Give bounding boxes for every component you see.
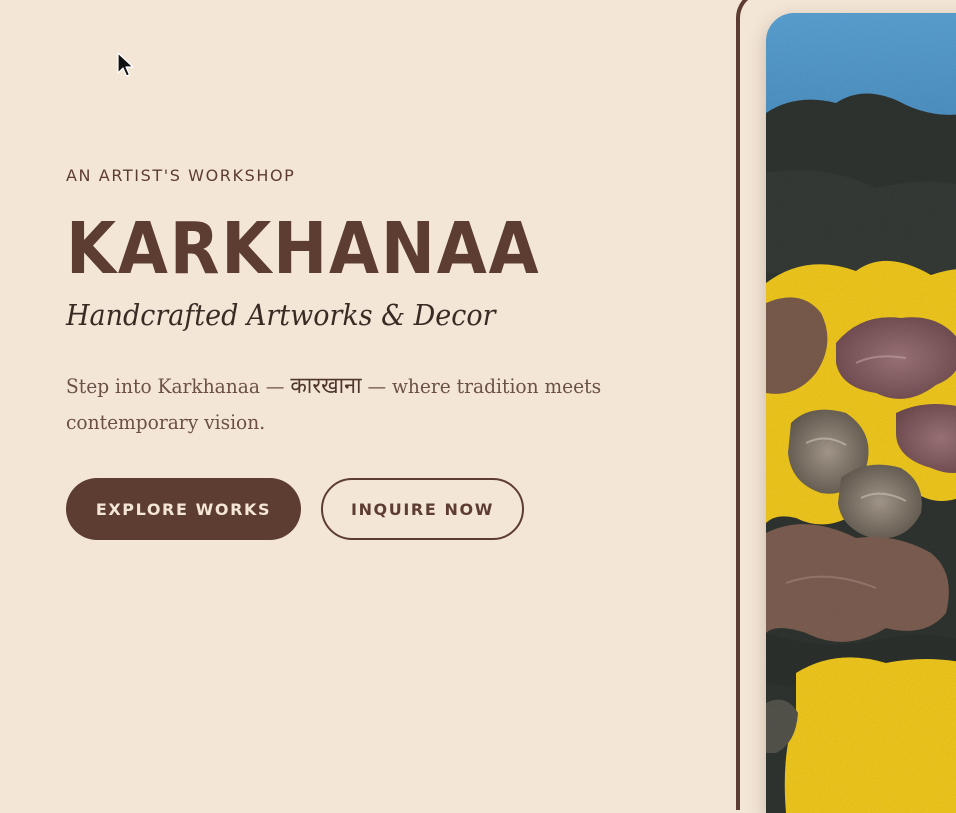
tagline-devanagari: कारखाना <box>290 373 362 399</box>
inquire-now-button[interactable]: INQUIRE NOW <box>321 478 524 540</box>
brand-title: KARKHANAA <box>66 207 541 290</box>
artwork-painting <box>766 13 956 813</box>
featured-artwork-image[interactable] <box>766 13 956 813</box>
hero-subtitle: Handcrafted Artworks & Decor <box>66 298 496 332</box>
explore-works-button[interactable]: EXPLORE WORKS <box>66 478 301 540</box>
hero-tagline: Step into Karkhanaa — कारखाना — where tr… <box>66 368 624 440</box>
tagline-intro: Step into Karkhanaa — <box>66 374 285 398</box>
hero-eyebrow: AN ARTIST'S WORKSHOP <box>66 166 296 185</box>
hero-section: AN ARTIST'S WORKSHOP KARKHANAA Handcraft… <box>66 0 706 777</box>
